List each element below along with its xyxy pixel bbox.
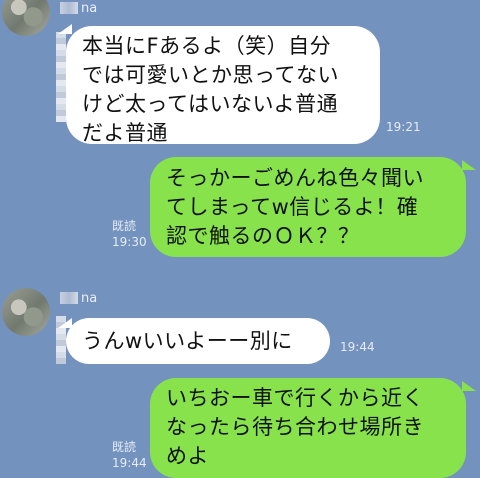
mosaic-strip [56, 32, 66, 122]
message-bubble-sent[interactable]: そっかーごめんね色々聞い てしまってw信じるよ！確 認で触るのＯＫ？？ [150, 157, 466, 257]
bubble-tail [462, 160, 476, 170]
contact-name-suffix: na [81, 290, 98, 306]
message-timestamp: 19:21 [386, 120, 421, 134]
contact-name: na [60, 0, 97, 16]
bubble-tail [58, 24, 72, 34]
name-mosaic [60, 2, 78, 14]
contact-avatar[interactable] [2, 288, 50, 336]
contact-name: na [60, 290, 97, 306]
message-bubble-sent[interactable]: いちおー車で行くから近く なったら待ち合わせ場所き めよ [150, 378, 466, 478]
message-timestamp: 19:44 [112, 456, 147, 470]
name-mosaic [60, 292, 78, 304]
message-timestamp: 19:30 [112, 235, 147, 249]
read-receipt: 既読 [112, 440, 137, 454]
read-receipt: 既読 [112, 219, 137, 233]
bubble-tail [462, 381, 476, 391]
message-timestamp: 19:44 [340, 340, 375, 354]
contact-avatar[interactable] [2, 0, 50, 36]
contact-name-suffix: na [81, 0, 98, 16]
message-bubble-received[interactable]: 本当にFあるよ（笑）自分 では可愛いとか思ってない けど太ってはいないよ普通 だ… [66, 26, 380, 145]
message-bubble-received[interactable]: うんwいいよーー別に [66, 318, 330, 364]
